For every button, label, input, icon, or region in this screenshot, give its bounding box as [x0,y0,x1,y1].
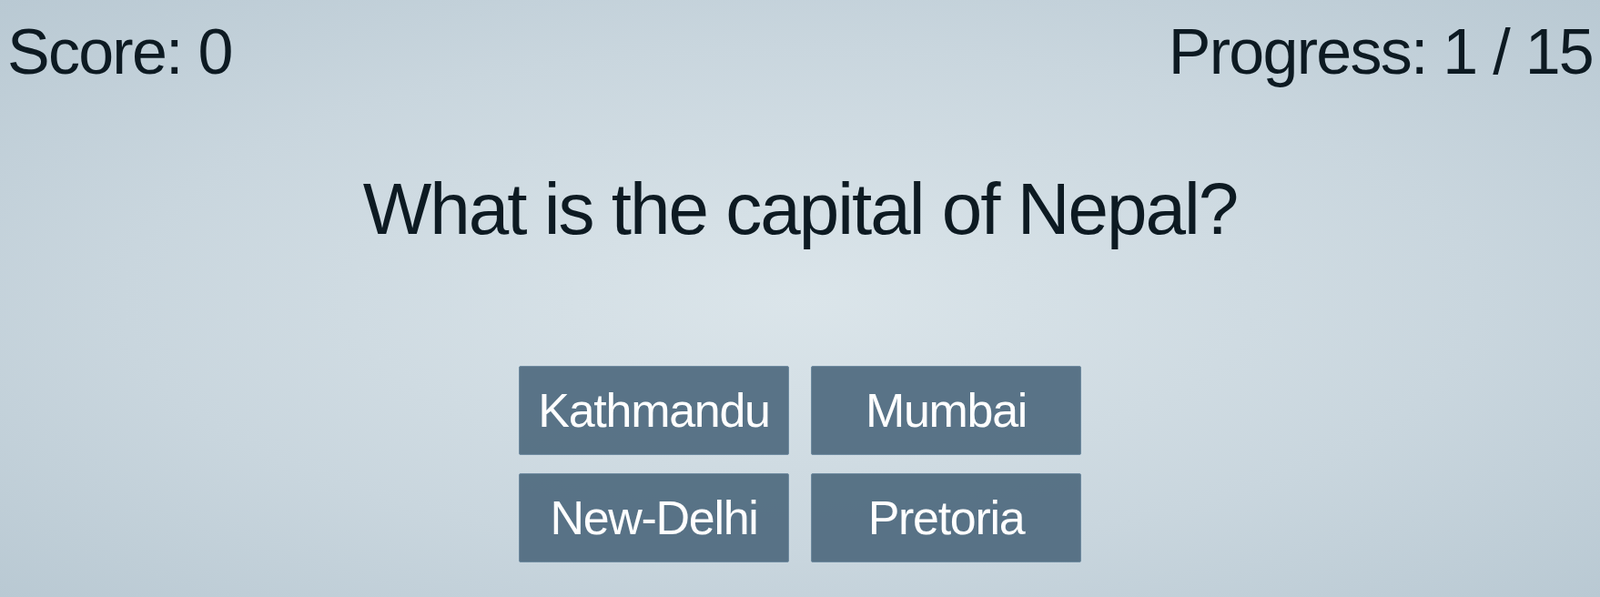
answers-row: KathmanduMumbaiNew-DelhiPretoria [0,365,1600,563]
answer-button[interactable]: Mumbai [810,365,1082,456]
quiz-screen: Score: 0 Progress: 1 / 15 What is the ca… [0,0,1600,597]
answer-button[interactable]: Kathmandu [518,365,790,456]
header-bar: Score: 0 Progress: 1 / 15 [0,0,1600,84]
progress-label: Progress: 1 / 15 [1168,20,1593,84]
answer-grid: KathmanduMumbaiNew-DelhiPretoria [518,365,1082,563]
score-label: Score: 0 [7,20,233,84]
answer-button[interactable]: Pretoria [810,473,1082,563]
question-text: What is the capital of Nepal? [363,172,1237,246]
answer-button[interactable]: New-Delhi [518,473,790,563]
question-row: What is the capital of Nepal? [0,172,1600,246]
